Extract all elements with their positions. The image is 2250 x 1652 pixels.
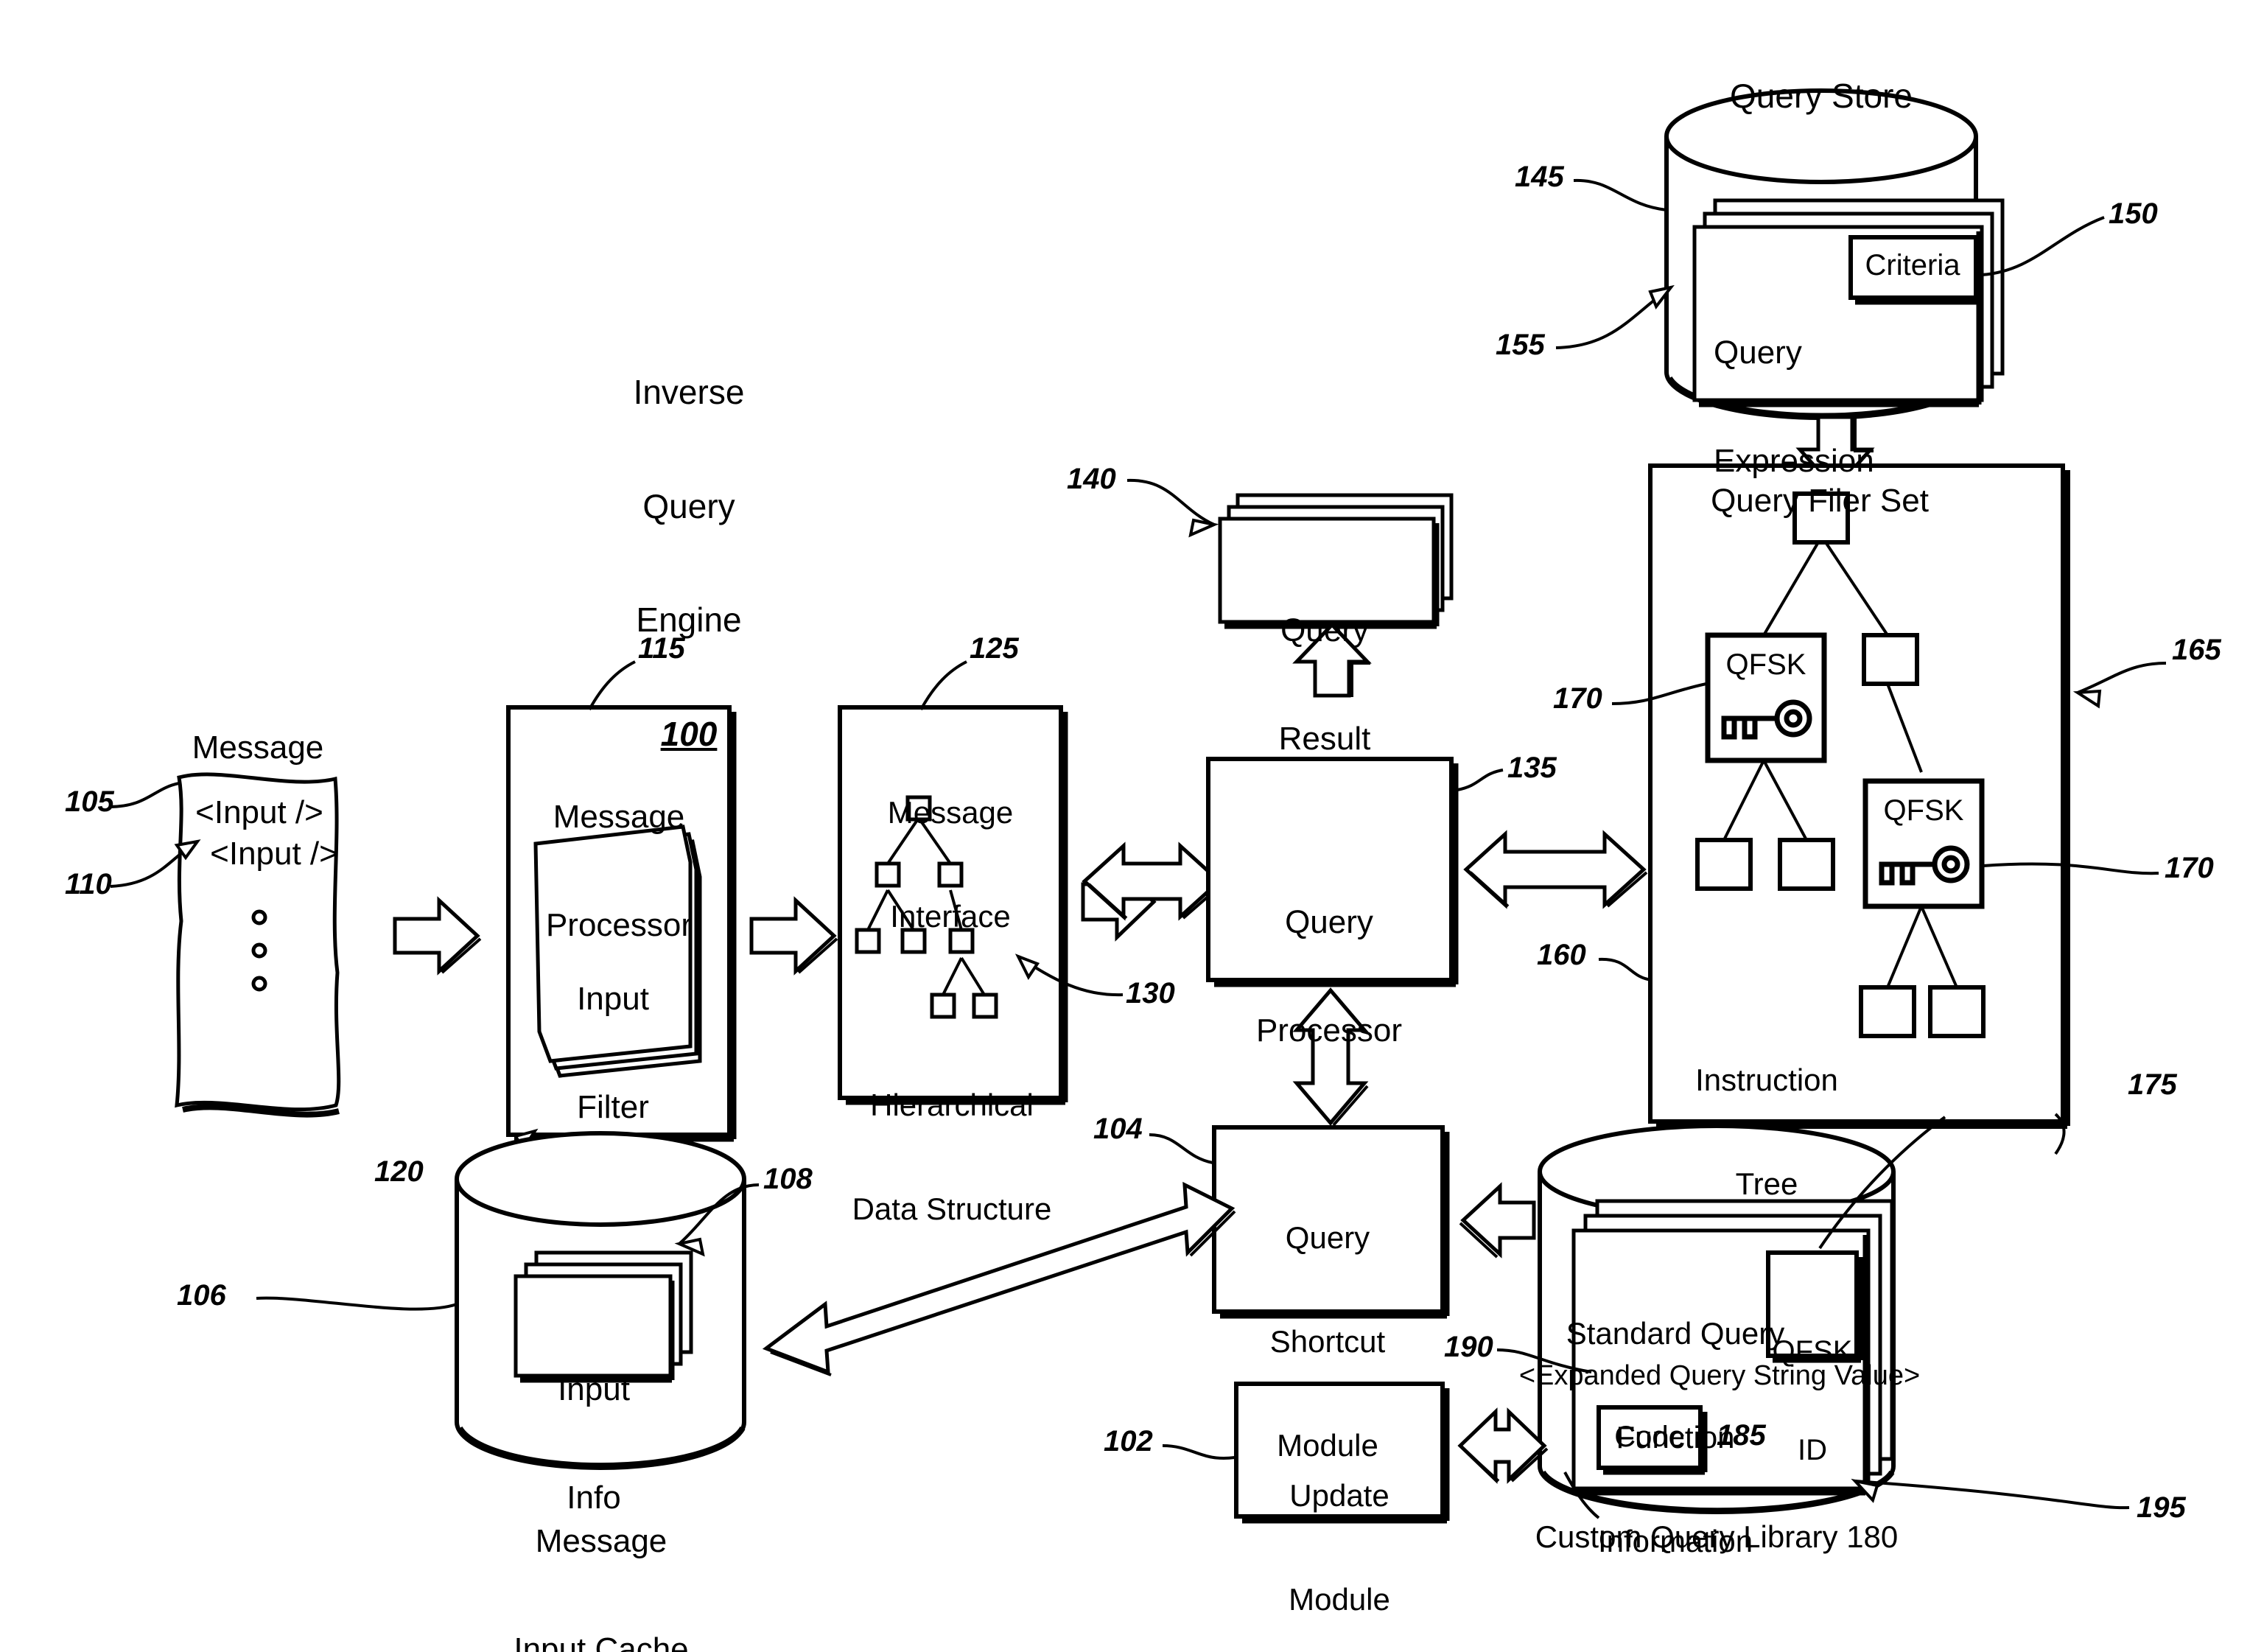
criteria-label: Criteria [1865, 249, 1960, 281]
message-input-line-1: <Input /> [195, 794, 323, 830]
ref-106: 106 [177, 1279, 226, 1312]
query-result-label: Query Result [1278, 612, 1371, 757]
leader-145 [1573, 178, 1667, 211]
leader-165-arrowhead [2072, 689, 2102, 709]
ref-104: 104 [1093, 1113, 1143, 1145]
leader-140 [1126, 478, 1215, 526]
bidirectional-arrow-update-library [1457, 1407, 1549, 1484]
ref-110: 110 [65, 868, 112, 900]
ref-120: 120 [374, 1155, 424, 1188]
query-filter-set-title: Query Filer Set [1711, 483, 1929, 519]
ref-102: 102 [1104, 1425, 1153, 1457]
ref-155: 155 [1496, 329, 1545, 361]
leader-106 [256, 1296, 458, 1311]
ref-170-lower: 170 [2165, 852, 2214, 884]
instruction-tree-caption: Instruction Tree [1695, 1063, 1838, 1202]
ref-108: 108 [763, 1163, 813, 1195]
message-input-line-2: <Input /> [210, 836, 338, 872]
flow-arrow-processor-to-interface [749, 896, 838, 976]
leader-105 [108, 782, 180, 808]
expanded-query-string-value-label: <Expanded Query String Value> [1518, 1360, 1921, 1391]
qfsk-lower-label: QFSK [1883, 794, 1964, 827]
hierarchical-data-structure-caption: Hierarchical Data Structure [852, 1088, 1052, 1227]
leader-140-arrowhead [1188, 518, 1219, 538]
message-input-cache-caption: Message Input Cache [514, 1522, 689, 1652]
ref-130: 130 [1126, 977, 1175, 1009]
query-processor-label: Query Processor [1255, 903, 1403, 1049]
message-interface-title: Message Interface [887, 795, 1014, 934]
bidirectional-arrow-processor-filterset [1463, 830, 1648, 909]
ref-190: 190 [1444, 1331, 1493, 1363]
flow-arrow-message-to-processor [393, 896, 482, 976]
ref-115: 115 [638, 632, 685, 665]
custom-query-library-caption: Custom Query Library 180 [1535, 1519, 1899, 1554]
update-module-label: Update Module [1289, 1478, 1390, 1617]
leader-125 [919, 660, 967, 710]
ref-175: 175 [2128, 1068, 2177, 1101]
ref-145: 145 [1515, 161, 1564, 193]
ref-170-upper: 170 [1553, 682, 1602, 715]
ref-195: 195 [2137, 1491, 2186, 1524]
ref-165: 165 [2172, 634, 2221, 666]
ref-185: 185 [1717, 1419, 1766, 1452]
ref-105: 105 [65, 785, 114, 818]
leader-135 [1457, 769, 1504, 791]
leader-160 [1598, 957, 1653, 981]
leader-102 [1162, 1444, 1236, 1460]
patent-figure-canvas: Inverse Query Engine 100 Message <Input … [0, 0, 2250, 1652]
ref-135: 135 [1507, 752, 1557, 784]
leader-195 [1854, 1480, 2130, 1510]
flow-arrow-library-to-shortcut [1459, 1182, 1536, 1259]
qfsk-id-label: QFSK ID [1772, 1334, 1853, 1466]
query-store-title: Query Store [1730, 77, 1913, 115]
ref-140: 140 [1067, 463, 1116, 495]
message-title: Message [192, 729, 324, 766]
input-filter-label: Input Filter [577, 980, 649, 1126]
ref-150: 150 [2109, 197, 2158, 230]
leader-104 [1149, 1133, 1213, 1164]
ref-125: 125 [970, 632, 1019, 665]
leader-115 [588, 660, 636, 710]
qfsk-upper-label: QFSK [1725, 648, 1806, 681]
code-label: Code [1614, 1421, 1685, 1453]
ref-160: 160 [1537, 939, 1586, 971]
leader-165 [2077, 662, 2167, 694]
